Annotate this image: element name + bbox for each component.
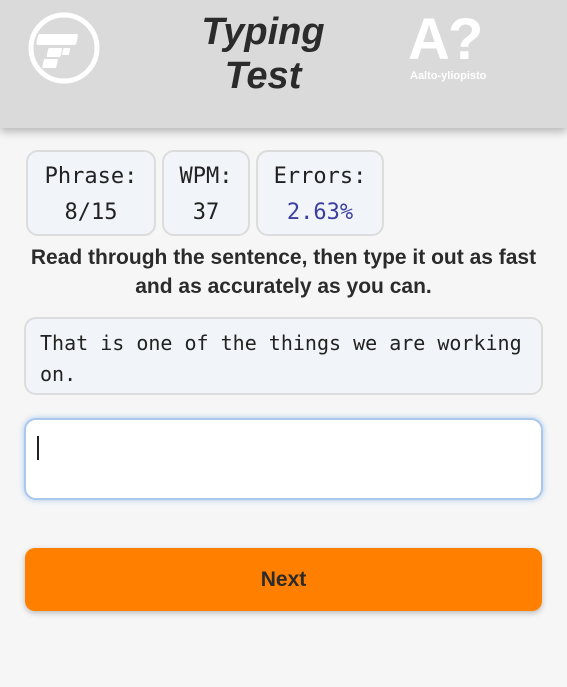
wpm-label: WPM: [179, 164, 233, 189]
aalto-logo: A? Aalto-yliopisto [408, 10, 508, 90]
aalto-text: Aalto-yliopisto [410, 70, 487, 82]
errors-label: Errors: [273, 164, 367, 189]
errors-value: 2.63% [286, 200, 354, 225]
wpm-counter: WPM: 37 [162, 150, 250, 236]
phrase-label: Phrase: [44, 164, 138, 189]
page-title: Typing Test [163, 10, 363, 98]
target-phrase: That is one of the things we are working… [24, 317, 543, 395]
phrase-counter: Phrase: 8/15 [26, 150, 156, 236]
text-caret [37, 436, 39, 460]
errors-counter: Errors: 2.63% [256, 150, 384, 236]
next-button[interactable]: Next [25, 548, 542, 611]
phrase-value: 8/15 [64, 200, 118, 225]
app-header: Typing Test A? Aalto-yliopisto [0, 0, 567, 128]
title-line-2: Test [224, 55, 302, 97]
typing-input[interactable] [24, 418, 543, 500]
aalto-mark: A? [408, 7, 483, 72]
wpm-value: 37 [192, 200, 220, 225]
instructions-text: Read through the sentence, then type it … [30, 246, 537, 298]
typing-t-logo-icon [28, 12, 100, 84]
title-line-1: Typing [201, 11, 325, 53]
